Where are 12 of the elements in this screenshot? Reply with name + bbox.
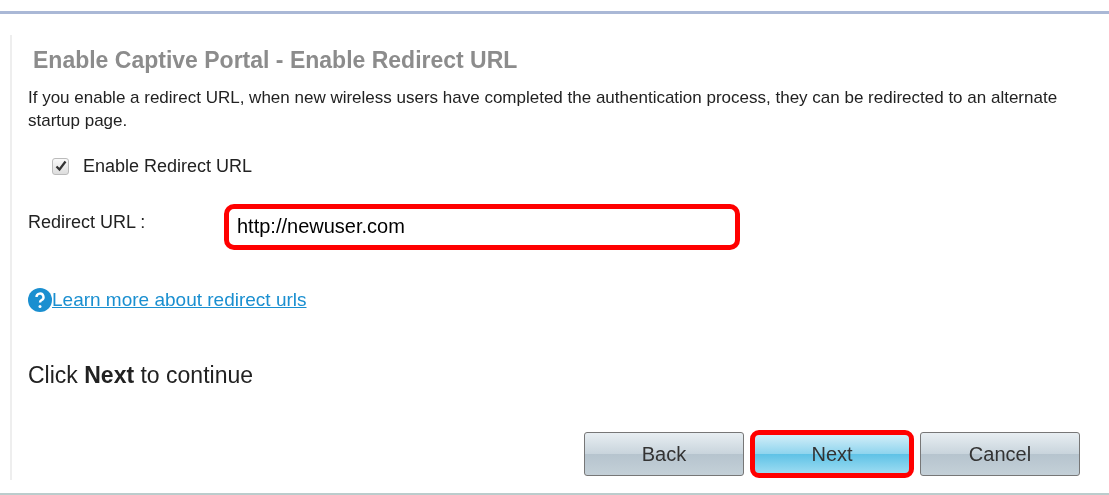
help-icon	[28, 287, 52, 312]
checkbox-label[interactable]: Enable Redirect URL	[83, 152, 253, 180]
checkbox[interactable]	[52, 157, 69, 175]
field-label: Redirect URL :	[28, 211, 147, 235]
wizard-button[interactable]: Cancel	[920, 432, 1080, 476]
wizard-button[interactable]: Back	[584, 432, 744, 476]
page-title: Enable Captive Portal - Enable Redirect URL	[32, 46, 519, 75]
help-link[interactable]: Learn more about redirect urls	[52, 285, 307, 315]
url-field[interactable]: http://newuser.com	[224, 203, 740, 250]
next-button[interactable]: Next	[750, 430, 914, 478]
description: If you enable a redirect URL, when new wireless users have completed the authentication process, they can be redirected to an alternate startup page.	[28, 86, 1059, 132]
instruction-text: Click Next to continue	[28, 361, 254, 391]
